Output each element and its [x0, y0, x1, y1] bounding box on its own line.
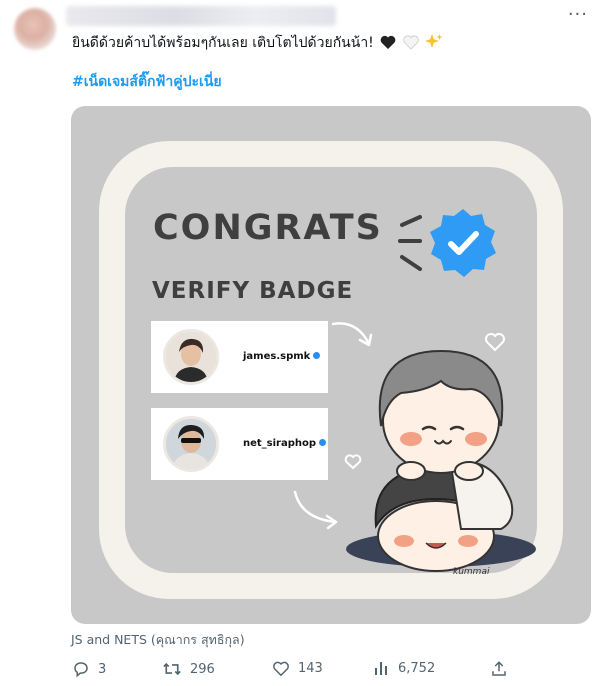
tweet-media-image[interactable]: CONGRATS VERIFY BADGE james.spmk net_sir… [71, 106, 591, 624]
profile-photo [163, 329, 219, 385]
account-card: james.spmk [151, 321, 328, 393]
reply-count: 3 [98, 661, 107, 677]
view-count: 6,752 [398, 660, 436, 676]
like-button[interactable]: 143 [272, 660, 323, 677]
verified-badge-icon [430, 209, 496, 277]
like-icon [273, 661, 289, 676]
retweet-button[interactable]: 296 [162, 660, 215, 678]
sparkles-icon [425, 33, 443, 56]
white-heart-icon [402, 35, 419, 56]
arrow-icon [293, 490, 338, 530]
account-handle: james.spmk [243, 351, 311, 362]
verify-badge-heading: VERIFY BADGE [152, 278, 354, 304]
share-button[interactable] [490, 660, 508, 678]
chibi-couple-illustration: kummai [346, 349, 536, 577]
retweet-count: 296 [190, 661, 215, 677]
like-count: 143 [298, 661, 323, 676]
account-handle: net_siraphop [243, 438, 317, 449]
verified-dot-icon [319, 439, 327, 446]
tweet-actions-bar: 3 296 143 6,752 [0, 660, 600, 682]
more-icon[interactable]: ··· [568, 6, 588, 24]
avatar[interactable] [14, 8, 56, 50]
views-button[interactable]: 6,752 [374, 660, 435, 676]
black-heart-icon [380, 35, 396, 56]
verified-dot-icon [313, 352, 321, 359]
media-caption: JS and NETS (คุณากร สุทธิกุล) [71, 632, 245, 647]
congrats-heading: CONGRATS [153, 208, 383, 248]
share-icon [492, 661, 506, 676]
account-card: net_siraphop [151, 408, 328, 480]
retweet-icon [163, 662, 181, 676]
artist-signature: kummai [453, 567, 490, 577]
hashtag-link[interactable]: #เน็ดเจมส์ติ๊กฟ้าคู่ปะเนี่ย [72, 71, 222, 93]
reply-icon [74, 662, 88, 678]
reply-button[interactable]: 3 [72, 660, 106, 678]
tweet-text: ยินดีด้วยค้าบได้พร้อมๆกันเลย เติบโตไปด้ว… [72, 33, 572, 56]
profile-photo [163, 416, 219, 472]
tweet-body: ยินดีด้วยค้าบได้พร้อมๆกันเลย เติบโตไปด้ว… [72, 35, 374, 51]
blurred-author-name[interactable] [66, 6, 336, 26]
views-icon [375, 662, 387, 675]
